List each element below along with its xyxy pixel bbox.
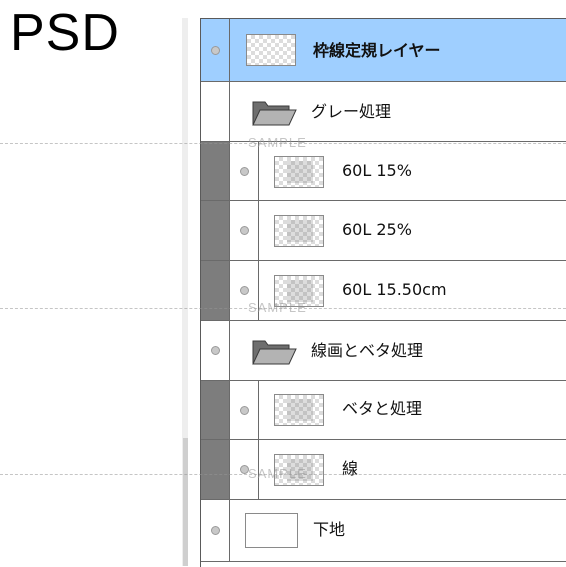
visibility-cell[interactable] bbox=[201, 19, 230, 81]
folder-open-icon[interactable] bbox=[251, 337, 297, 367]
folder-member-bar bbox=[201, 261, 230, 320]
visibility-eye-icon[interactable] bbox=[211, 46, 220, 55]
folder-open-icon[interactable] bbox=[251, 98, 297, 128]
visibility-eye-icon[interactable] bbox=[240, 286, 249, 295]
layer-thumbnail bbox=[274, 156, 324, 188]
psd-label: PSD bbox=[10, 4, 120, 62]
layer-name: 枠線定規レイヤー bbox=[313, 41, 441, 60]
layer-thumbnail bbox=[274, 215, 324, 247]
visibility-cell[interactable] bbox=[201, 82, 230, 141]
visibility-cell[interactable] bbox=[201, 500, 230, 561]
folder-row-lineart[interactable]: 線画とベタ処理 bbox=[201, 321, 566, 381]
folder-member-bar bbox=[201, 381, 230, 439]
layer-row-60l-15[interactable]: 60L 15% bbox=[201, 142, 566, 201]
folder-member-bar bbox=[201, 142, 230, 200]
layer-name: 60L 15% bbox=[342, 161, 412, 180]
layer-row-base[interactable]: 下地 bbox=[201, 500, 566, 562]
layers-panel: 枠線定規レイヤー グレー処理 60L 15% 60L 25% 60L 15.50… bbox=[200, 18, 566, 567]
watermark-text: SAMPLE bbox=[248, 135, 307, 150]
watermark-text: SAMPLE bbox=[248, 300, 307, 315]
layer-thumbnail bbox=[274, 394, 324, 426]
layer-row-60l-25[interactable]: 60L 25% bbox=[201, 201, 566, 261]
folder-member-bar bbox=[201, 201, 230, 260]
watermark-text: SAMPLE bbox=[248, 466, 307, 481]
folder-name: 線画とベタ処理 bbox=[311, 341, 424, 360]
folder-row-gray[interactable]: グレー処理 bbox=[201, 82, 566, 142]
folder-name: グレー処理 bbox=[311, 102, 392, 121]
layer-name: 60L 15.50cm bbox=[342, 280, 447, 299]
visibility-eye-icon[interactable] bbox=[240, 226, 249, 235]
visibility-eye-icon[interactable] bbox=[240, 406, 249, 415]
layer-row-beta[interactable]: ベタと処理 bbox=[201, 381, 566, 440]
layer-thumbnail bbox=[245, 513, 298, 548]
layer-name: 下地 bbox=[313, 520, 346, 539]
scrollbar-thumb[interactable] bbox=[183, 438, 188, 566]
layer-name: 線 bbox=[342, 459, 359, 478]
visibility-cell[interactable] bbox=[230, 142, 259, 200]
visibility-cell[interactable] bbox=[230, 381, 259, 439]
visibility-eye-icon[interactable] bbox=[240, 167, 249, 176]
visibility-cell[interactable] bbox=[201, 321, 230, 380]
layer-thumbnail bbox=[246, 34, 296, 66]
visibility-cell[interactable] bbox=[230, 201, 259, 260]
folder-member-bar bbox=[201, 440, 230, 499]
visibility-eye-icon[interactable] bbox=[211, 526, 220, 535]
layer-row-ruler[interactable]: 枠線定規レイヤー bbox=[201, 19, 566, 82]
visibility-eye-icon[interactable] bbox=[211, 346, 220, 355]
layer-name: 60L 25% bbox=[342, 220, 412, 239]
layer-name: ベタと処理 bbox=[342, 399, 423, 418]
